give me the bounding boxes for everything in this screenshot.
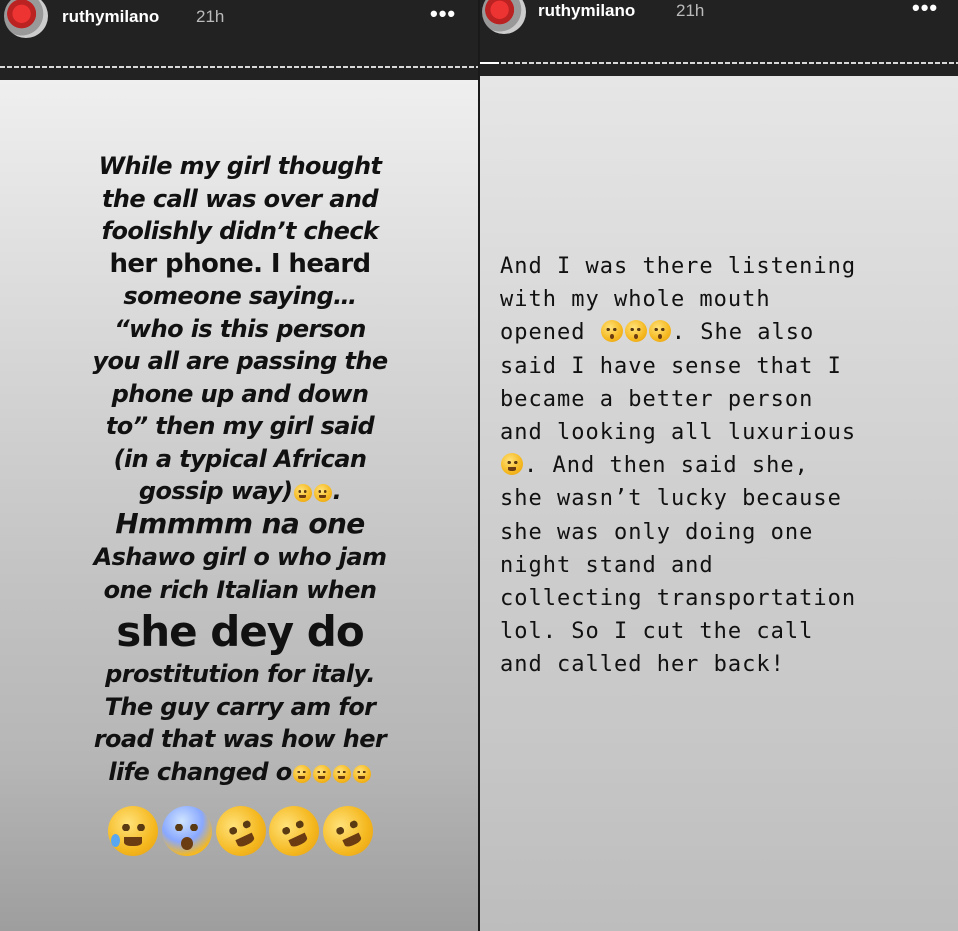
avatar[interactable] <box>4 0 48 38</box>
rofl-face-icon <box>314 797 382 865</box>
text-line: she was only doing one <box>500 519 814 545</box>
story-text: While my girl thought the call was over … <box>90 150 390 788</box>
text-line: Ashawo girl o who jam <box>93 543 387 571</box>
text-line: opened <box>500 320 586 346</box>
text-line: And I was there listening <box>500 254 857 279</box>
joy-emoji-icon <box>352 764 371 783</box>
username[interactable]: ruthymilano <box>538 1 635 21</box>
joy-emoji-icon <box>312 764 331 783</box>
text-line: said I have sense that I <box>500 353 842 379</box>
text-line: . And then said she, <box>524 453 809 479</box>
joy-emoji-icon <box>292 764 311 783</box>
story-progress-fill <box>480 62 500 64</box>
open-mouth-emoji-icon <box>600 320 623 343</box>
text-line: to” then my girl said <box>105 412 375 440</box>
text-line: her phone. I heard <box>109 248 371 279</box>
open-mouth-emoji-icon <box>624 320 647 343</box>
screaming-face-icon <box>161 806 212 856</box>
text-line: Hmmmm na one <box>115 506 365 540</box>
text-line: lol. So I cut the call <box>500 619 814 645</box>
more-options-icon[interactable]: ••• <box>430 1 456 27</box>
text-line: the call was over and <box>102 184 379 213</box>
story-header: ruthymilano 21h ••• <box>480 0 958 76</box>
open-mouth-emoji-icon <box>648 320 671 343</box>
timestamp: 21h <box>196 7 225 26</box>
crying-face-icon <box>108 806 158 856</box>
text-line: you all are passing the <box>92 347 388 375</box>
text-line: . She also <box>671 320 815 346</box>
text-line: While my girl thought <box>98 152 382 180</box>
text-line: night stand and <box>500 552 714 578</box>
avatar[interactable] <box>482 0 526 34</box>
text-line: collecting transportation <box>500 586 857 612</box>
text-line: became a better person <box>500 386 814 412</box>
text-line: and looking all luxurious <box>500 420 857 446</box>
text-line: “who is this person <box>114 314 366 343</box>
emoji-row <box>108 797 382 865</box>
text-line: (in a typical African <box>113 444 367 473</box>
story-panel-left[interactable]: ruthymilano 21h ••• While my girl though… <box>0 0 478 931</box>
joy-emoji-icon <box>332 764 351 783</box>
timestamp: 21h <box>676 1 705 20</box>
story-progress-bar <box>480 62 958 64</box>
text-line: with my whole mouth <box>500 287 771 313</box>
rofl-face-icon <box>207 797 274 865</box>
text-line: and called her back! <box>500 652 785 678</box>
rofl-emoji-icon <box>293 484 312 502</box>
story-text: And I was there listening with my whole … <box>500 250 950 682</box>
story-progress-bar <box>0 66 478 68</box>
more-options-icon[interactable]: ••• <box>912 0 938 21</box>
text-line: phone up and down <box>111 379 369 408</box>
text-line: one rich Italian when <box>103 575 377 604</box>
text-line: road that was how her <box>93 725 387 753</box>
text-line: she wasn’t lucky because <box>500 486 842 512</box>
text-line: The guy carry am for <box>104 692 376 721</box>
text-line: foolishly didn’t check <box>101 217 379 245</box>
rofl-face-icon <box>261 797 328 865</box>
text-line: prostitution for italy. <box>105 660 375 688</box>
story-panel-right[interactable]: ruthymilano 21h ••• And I was there list… <box>480 0 958 931</box>
text-line: life changed o <box>108 757 292 786</box>
text-line: someone saying… <box>123 282 357 310</box>
rofl-emoji-icon <box>313 484 332 502</box>
username[interactable]: ruthymilano <box>62 7 159 27</box>
text-line-emphasis: she dey do <box>116 607 364 656</box>
joy-emoji-icon <box>501 453 523 476</box>
story-header: ruthymilano 21h ••• <box>0 0 478 80</box>
text-line: gossip way) <box>138 477 293 505</box>
